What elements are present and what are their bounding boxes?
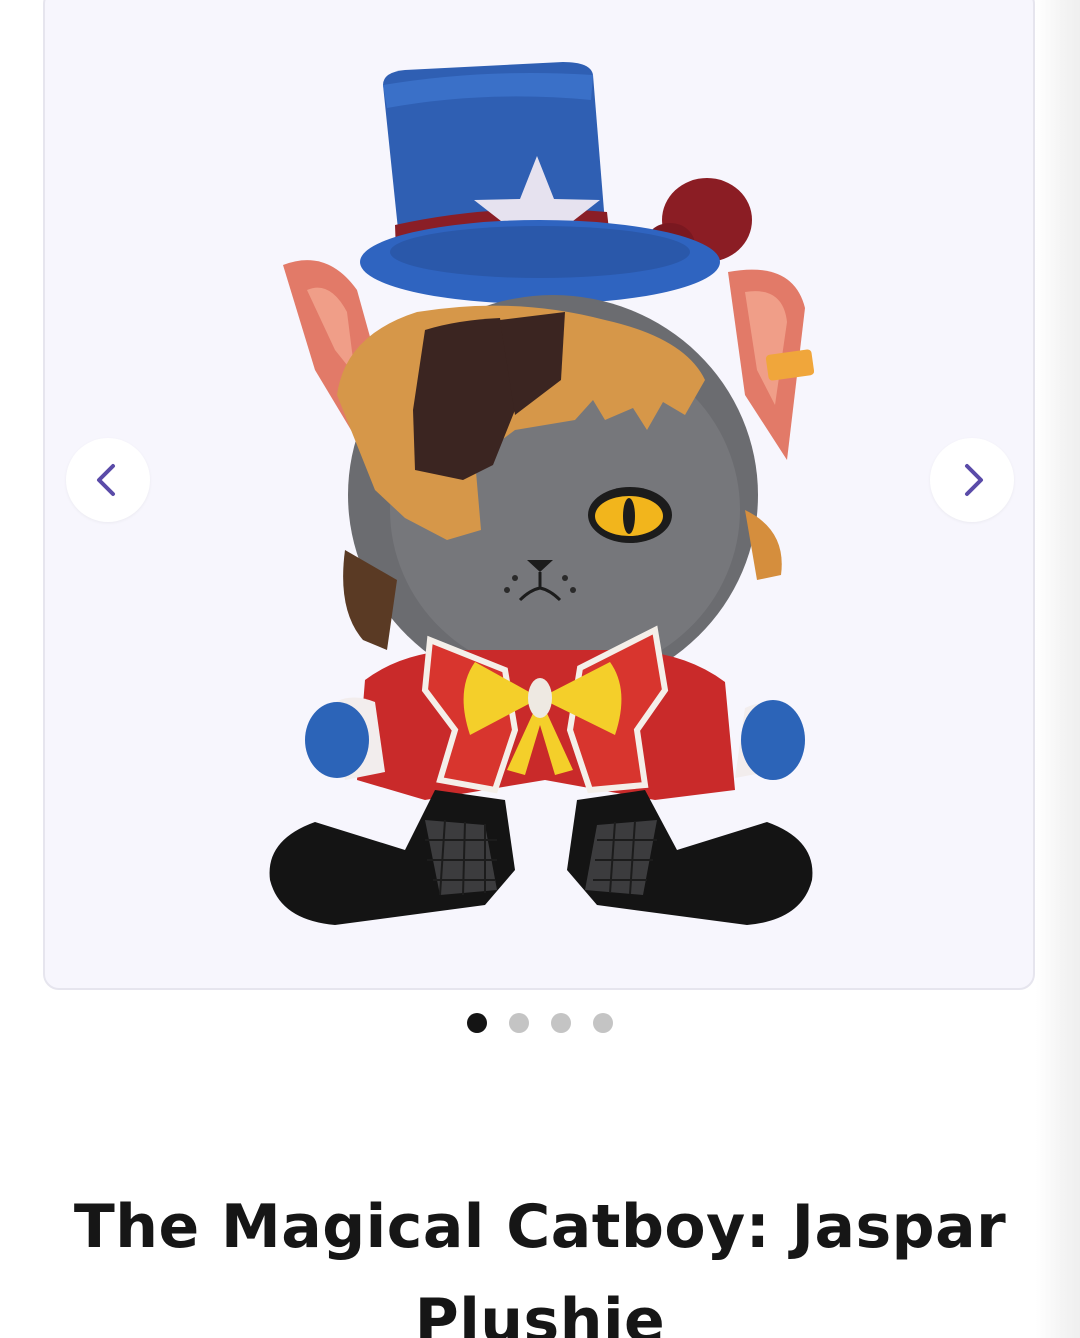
carousel-dot-2[interactable] bbox=[509, 1013, 529, 1033]
product-image-card bbox=[43, 0, 1035, 990]
chevron-right-icon bbox=[965, 464, 983, 496]
product-page: The Magical Catboy: Jaspar Plushie bbox=[0, 0, 1080, 1338]
carousel-pagination bbox=[0, 1013, 1080, 1033]
product-image bbox=[269, 62, 815, 925]
carousel-dot-3[interactable] bbox=[551, 1013, 571, 1033]
carousel-dot-4[interactable] bbox=[593, 1013, 613, 1033]
page-edge-shadow bbox=[1036, 0, 1080, 1338]
product-title: The Magical Catboy: Jaspar Plushie bbox=[73, 1192, 1007, 1338]
carousel-next-button[interactable] bbox=[930, 438, 1014, 522]
carousel-prev-button[interactable] bbox=[66, 438, 150, 522]
carousel-dot-1[interactable] bbox=[467, 1013, 487, 1033]
chevron-left-icon bbox=[97, 464, 115, 496]
